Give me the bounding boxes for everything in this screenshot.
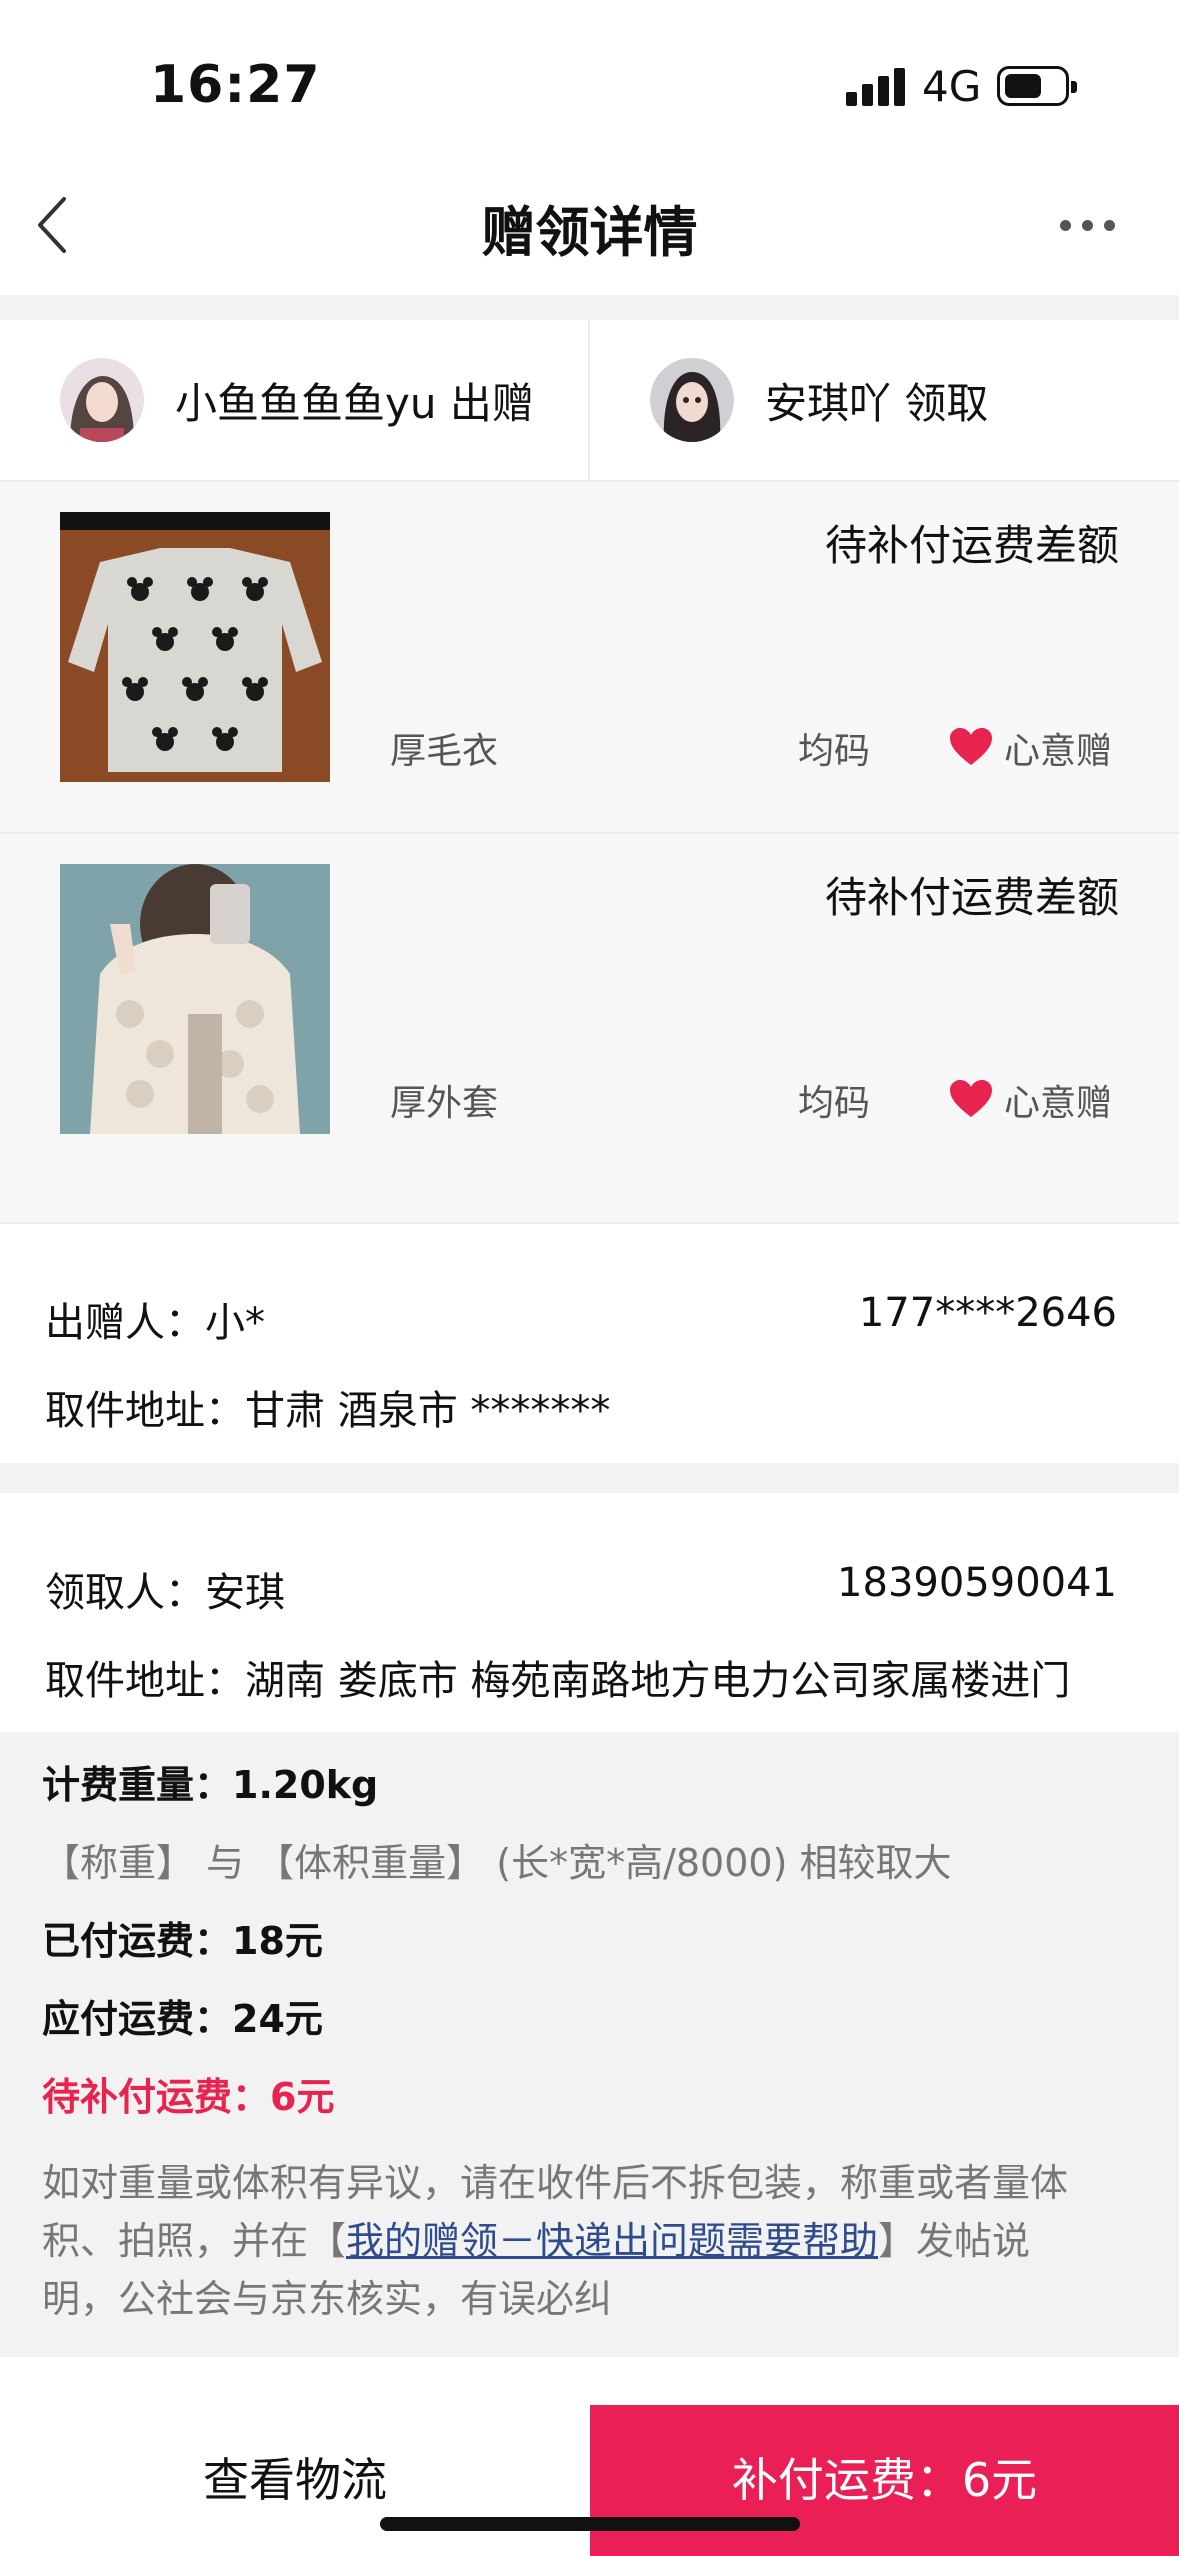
gift-item[interactable]: 待补付运费差额 厚外套 均码 心意赠 <box>0 834 1179 1184</box>
gift-item[interactable]: 待补付运费差额 厚毛衣 均码 心意赠 <box>0 482 1179 832</box>
item-size: 均码 <box>798 731 871 772</box>
notice-line-3: 明，公社会与京东核实，有误必纠 <box>42 2277 613 2321</box>
item-image-sweater[interactable] <box>60 512 330 782</box>
receiver-label: 领取人：安琪 <box>45 1570 285 1616</box>
due-value: 24元 <box>232 1997 323 2041</box>
home-indicator <box>380 2517 800 2531</box>
notice-text: 积、拍照，并在【 <box>42 2219 347 2263</box>
status-time: 16:27 <box>150 55 321 115</box>
item-size: 均码 <box>798 1083 871 1124</box>
paid-row: 已付运费：18元 <box>42 1910 323 1965</box>
more-dots-icon[interactable] <box>1060 220 1120 234</box>
receiver-name: 安琪吖 领取 <box>765 379 989 428</box>
signal-icon <box>846 68 906 106</box>
item-image-coat[interactable] <box>60 864 330 1134</box>
weight-note: 【称重】 与 【体积重量】 (长*宽*高/8000) 相较取大 <box>42 1841 952 1885</box>
pay-shipping-button[interactable]: 补付运费：6元 <box>590 2405 1179 2556</box>
section-gap <box>0 1463 1179 1493</box>
pending-value: 6元 <box>270 2075 335 2119</box>
sender-label: 出赠人：小* <box>45 1300 265 1346</box>
network-label: 4G <box>922 62 982 111</box>
item-list-bottom <box>0 1184 1179 1222</box>
pending-label: 待补付运费： <box>42 2075 271 2119</box>
weight-row: 计费重量：1.20kg <box>42 1754 378 1809</box>
participants-row: 小鱼鱼鱼鱼yu 出赠 安琪吖 领取 <box>0 320 1179 480</box>
view-logistics-button[interactable]: 查看物流 <box>0 2405 590 2556</box>
due-label: 应付运费： <box>42 1997 233 2041</box>
receiver-address: 取件地址：湖南 娄底市 梅苑南路地方电力公司家属楼进门 <box>45 1658 1071 1704</box>
giver-avatar[interactable] <box>60 358 144 442</box>
item-name: 厚外套 <box>390 1083 499 1124</box>
receiver-phone: 18390590041 <box>837 1560 1117 1606</box>
due-row: 应付运费：24元 <box>42 1988 323 2043</box>
paid-label: 已付运费： <box>42 1919 233 1963</box>
weight-label: 计费重量： <box>42 1763 233 1807</box>
divider <box>0 1222 1179 1224</box>
item-name: 厚毛衣 <box>390 731 499 772</box>
notice-text: 】发帖说 <box>878 2219 1031 2263</box>
section-gap <box>0 295 1179 320</box>
item-tag: 心意赠 <box>1004 731 1113 772</box>
item-tag: 心意赠 <box>1004 1083 1113 1124</box>
battery-icon <box>997 66 1077 106</box>
receiver-avatar[interactable] <box>650 358 734 442</box>
heart-icon <box>948 727 994 767</box>
weight-value: 1.20kg <box>232 1763 379 1807</box>
fee-details: 计费重量：1.20kg 【称重】 与 【体积重量】 (长*宽*高/8000) 相… <box>0 1732 1179 2357</box>
sender-address: 取件地址：甘肃 酒泉市 ******* <box>45 1388 611 1434</box>
sender-phone: 177****2646 <box>858 1290 1117 1336</box>
item-status: 待补付运费差额 <box>824 521 1119 570</box>
heart-icon <box>948 1079 994 1119</box>
notice-line-1: 如对重量或体积有异议，请在收件后不拆包装，称重或者量体 <box>42 2161 1069 2205</box>
page-title: 赠领详情 <box>481 201 698 264</box>
paid-value: 18元 <box>232 1919 323 1963</box>
participants-divider <box>588 320 590 480</box>
giver-name: 小鱼鱼鱼鱼yu 出赠 <box>175 379 534 428</box>
help-link[interactable]: 我的赠领－快递出问题需要帮助 <box>346 2219 878 2263</box>
notice-line-2: 积、拍照，并在【我的赠领－快递出问题需要帮助】发帖说 <box>42 2210 1030 2265</box>
pending-row: 待补付运费：6元 <box>42 2066 334 2121</box>
item-status: 待补付运费差额 <box>824 873 1119 922</box>
